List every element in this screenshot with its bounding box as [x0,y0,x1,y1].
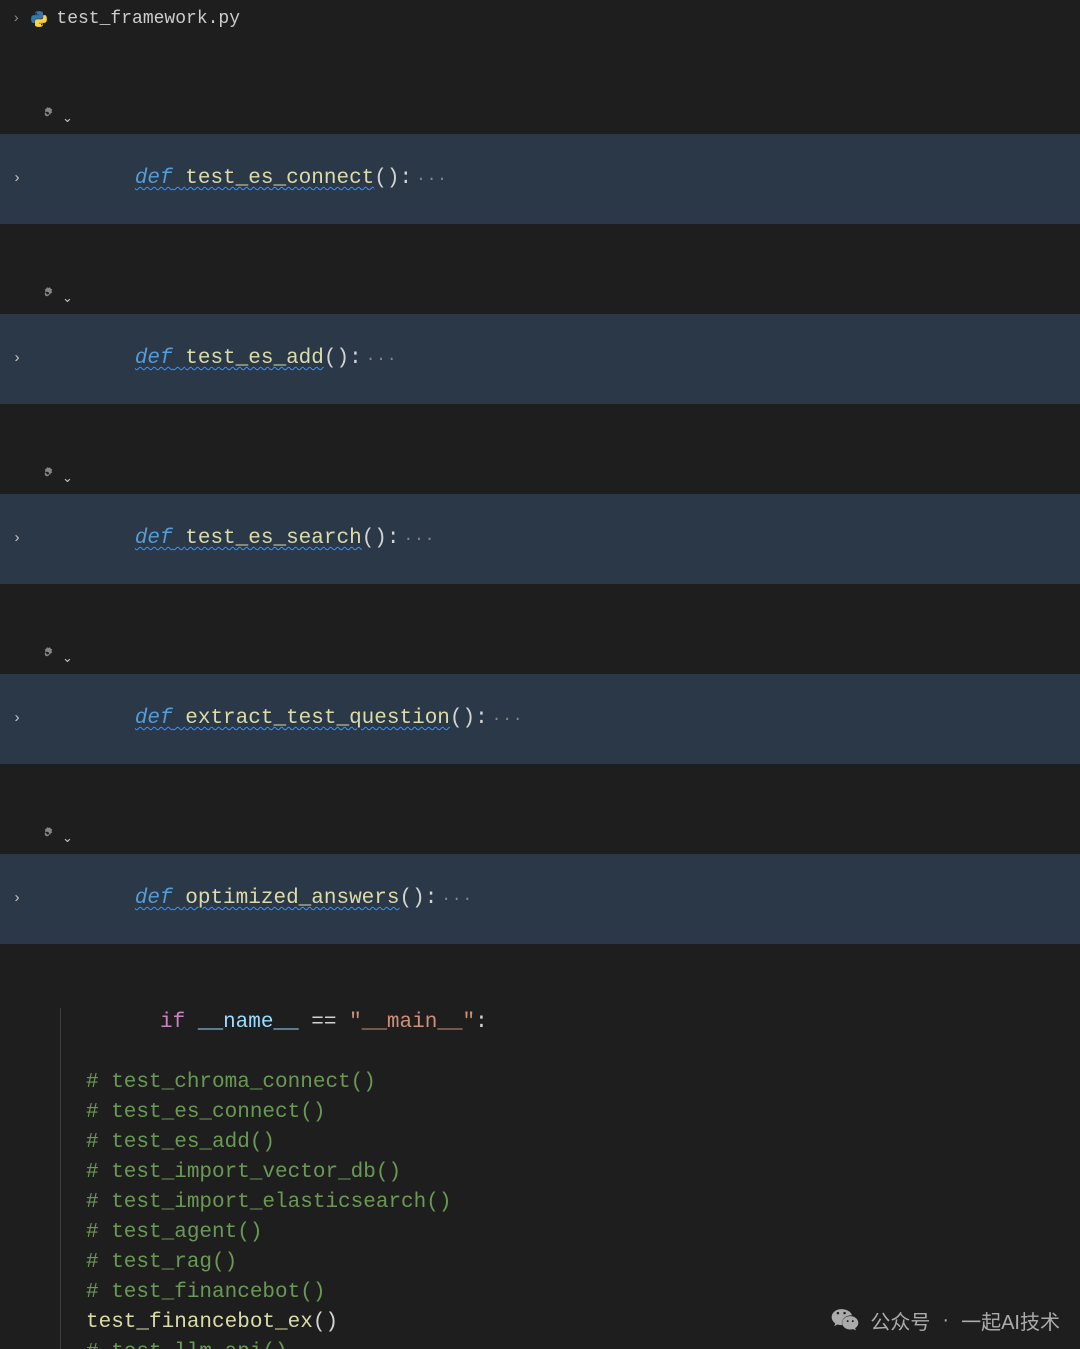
watermark-label: 公众号 [870,1306,930,1335]
watermark: 公众号 · 一起AI技术 [830,1305,1060,1335]
tab-file[interactable]: › test_framework.py [0,0,256,37]
codelens-row: ⌄ [0,464,1080,494]
code-line[interactable]: # test_es_add() [0,1128,1080,1158]
code-line[interactable]: # test_financebot() [0,1278,1080,1308]
chevron-down-icon[interactable]: ⌄ [62,464,73,494]
function-name: test_es_add [185,347,324,370]
function-def-line[interactable]: › def test_es_search():··· [0,494,1080,584]
folded-ellipsis[interactable]: ··· [362,350,398,368]
codelens-icon[interactable] [38,464,56,494]
fold-chevron-icon[interactable]: › [0,524,34,554]
function-name: test_es_connect [185,167,374,190]
codelens-row: ⌄ [0,104,1080,134]
codelens-row: ⌄ [0,284,1080,314]
chevron-down-icon[interactable]: ⌄ [62,104,73,134]
tab-bar: › test_framework.py [0,0,1080,38]
if-main-line: if __name__ == "__main__": [34,978,1080,1068]
code-line[interactable]: # test_import_vector_db() [0,1158,1080,1188]
tab-filename: test_framework.py [56,9,240,29]
wechat-icon [830,1305,860,1335]
chevron-down-icon[interactable]: ⌄ [62,644,73,674]
code-line[interactable]: # test_chroma_connect() [0,1068,1080,1098]
python-file-icon [30,10,48,28]
function-def-line[interactable]: › def optimized_answers():··· [0,854,1080,944]
code-editor: › test_framework.py ⌄ › def test_es_conn… [0,0,1080,1349]
folded-ellipsis[interactable]: ··· [400,530,436,548]
folded-ellipsis[interactable]: ··· [488,710,524,728]
chevron-down-icon[interactable]: ⌄ [62,824,73,854]
fold-chevron-icon[interactable]: › [0,884,34,914]
function-name: extract_test_question [185,707,450,730]
code-line[interactable]: # test_import_elasticsearch() [0,1188,1080,1218]
codelens-row: ⌄ [0,824,1080,854]
fold-chevron-icon[interactable]: › [0,164,34,194]
codelens-icon[interactable] [38,284,56,314]
code-line[interactable]: # test_rag() [0,1248,1080,1278]
function-name: test_es_search [185,527,361,550]
fold-chevron-icon[interactable]: › [0,704,34,734]
folded-ellipsis[interactable]: ··· [437,890,473,908]
function-def-line[interactable]: › def extract_test_question():··· [0,674,1080,764]
chevron-down-icon[interactable]: ⌄ [62,284,73,314]
watermark-separator: · [940,1309,951,1332]
function-name: optimized_answers [185,887,399,910]
codelens-row: ⌄ [0,644,1080,674]
code-line[interactable]: # test_es_connect() [0,1098,1080,1128]
watermark-name: 一起AI技术 [961,1306,1060,1335]
function-def-line[interactable]: › def test_es_connect():··· [0,134,1080,224]
main-block: if __name__ == "__main__": # test_chroma… [0,978,1080,1349]
folded-ellipsis[interactable]: ··· [412,170,448,188]
code-area[interactable]: ⌄ › def test_es_connect():··· ⌄ › def te… [0,38,1080,1349]
function-def-line[interactable]: › def test_es_add():··· [0,314,1080,404]
code-line[interactable]: # test_llm_api() [0,1338,1080,1349]
fold-chevron-icon[interactable]: › [0,344,34,374]
codelens-icon[interactable] [38,824,56,854]
chevron-right-icon: › [12,11,20,27]
code-line[interactable]: # test_agent() [0,1218,1080,1248]
codelens-icon[interactable] [38,104,56,134]
codelens-icon[interactable] [38,644,56,674]
